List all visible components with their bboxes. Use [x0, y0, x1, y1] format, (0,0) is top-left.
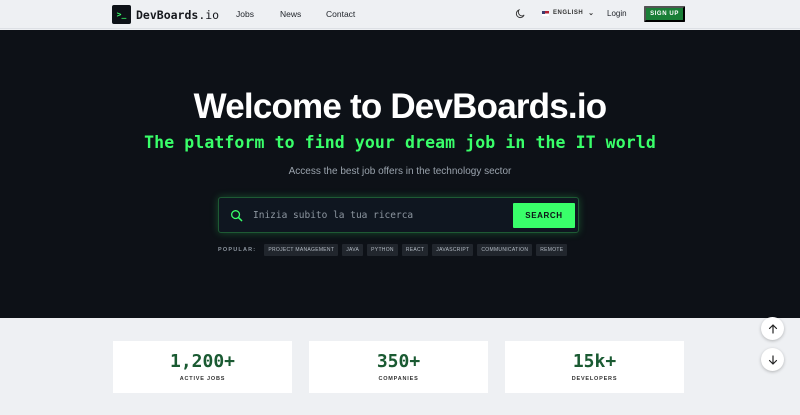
tag-java[interactable]: JAVA [342, 244, 364, 256]
nav-link-jobs[interactable]: Jobs [236, 9, 254, 19]
us-flag-icon [542, 10, 549, 16]
stat-value: 1,200+ [169, 351, 236, 372]
scroll-down-button[interactable] [761, 348, 784, 371]
tag-communication[interactable]: COMMUNICATION [477, 244, 533, 256]
search-input[interactable] [253, 202, 508, 228]
logo-name: DevBoards [136, 7, 199, 22]
hero-subtitle: The platform to find your dream job in t… [144, 133, 656, 152]
stat-card-companies: 350+ COMPANIES [309, 341, 488, 393]
logo-suffix: .io [198, 7, 220, 22]
chevron-down-icon: ⌄ [588, 10, 595, 17]
top-navbar: >_ DevBoards.io Jobs News Contact ENGLIS… [0, 0, 800, 29]
language-selector[interactable]: ENGLISH ⌄ [542, 9, 595, 17]
tag-react[interactable]: REACT [401, 244, 429, 256]
search-button[interactable]: SEARCH [513, 203, 575, 228]
tag-project-management[interactable]: PROJECT MANAGEMENT [264, 244, 339, 256]
logo-mark: >_ [112, 5, 131, 24]
language-label: ENGLISH [553, 10, 584, 16]
popular-tags: POPULAR: PROJECT MANAGEMENT JAVA PYTHON … [218, 244, 571, 256]
moon-icon[interactable] [515, 8, 526, 19]
logo[interactable]: >_ DevBoards.io [112, 5, 219, 24]
login-link[interactable]: Login [607, 9, 627, 18]
nav-link-contact[interactable]: Contact [326, 9, 355, 19]
stat-value: 350+ [376, 351, 421, 372]
stat-label: ACTIVE JOBS [179, 376, 226, 382]
signup-button[interactable]: SIGN UP [644, 6, 685, 22]
stat-label: COMPANIES [378, 376, 419, 382]
popular-label: POPULAR: [218, 247, 257, 253]
nav-link-news[interactable]: News [280, 9, 301, 19]
hero-section: Welcome to DevBoards.io The platform to … [0, 30, 800, 318]
search-bar: SEARCH [218, 197, 579, 233]
tag-javascript[interactable]: JAVASCRIPT [432, 244, 474, 256]
hero-description: Access the best job offers in the techno… [288, 166, 512, 177]
logo-text: DevBoards.io [136, 8, 219, 22]
stat-card-active-jobs: 1,200+ ACTIVE JOBS [113, 341, 292, 393]
stat-value: 15k+ [572, 351, 617, 372]
stat-card-developers: 15k+ DEVELOPERS [505, 341, 684, 393]
stat-label: DEVELOPERS [571, 376, 618, 382]
hero-title: Welcome to DevBoards.io [193, 87, 608, 126]
scroll-up-button[interactable] [761, 317, 784, 340]
tag-python[interactable]: PYTHON [367, 244, 398, 256]
arrow-down-icon [768, 354, 777, 365]
arrow-up-icon [768, 323, 777, 334]
tag-remote[interactable]: REMOTE [536, 244, 568, 256]
search-icon [231, 210, 243, 222]
